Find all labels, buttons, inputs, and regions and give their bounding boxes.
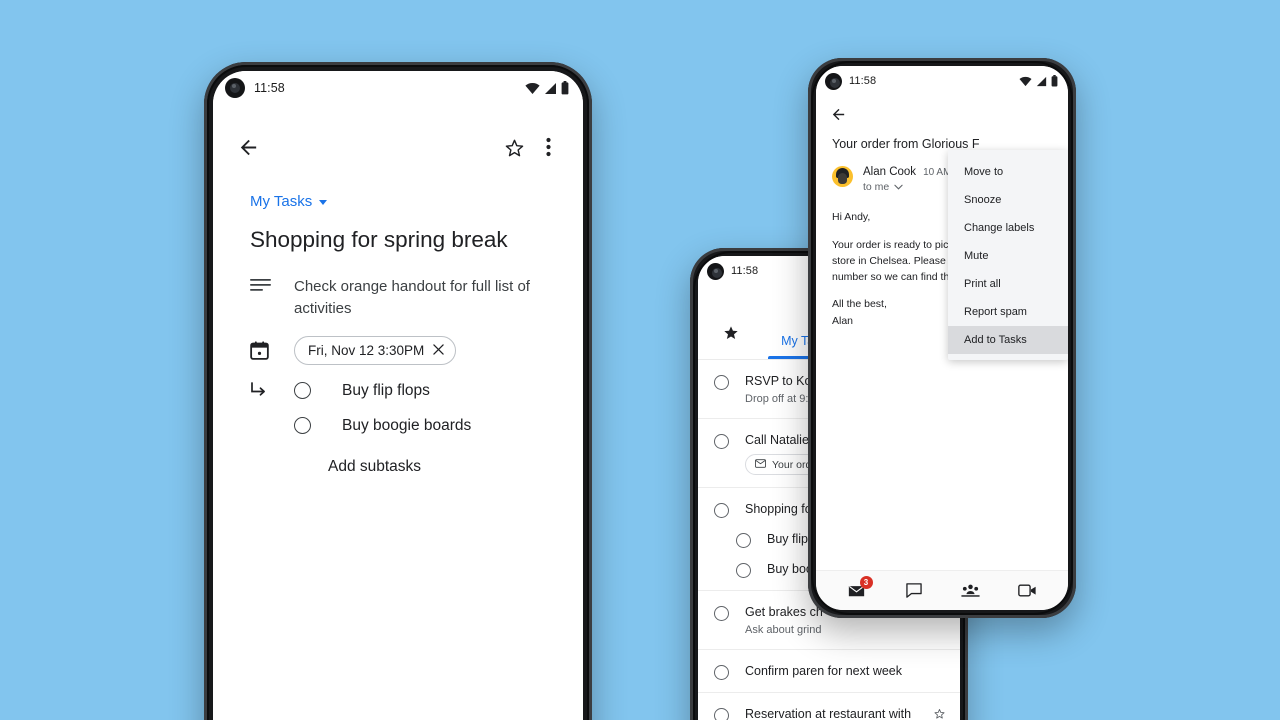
back-button[interactable] [816, 96, 1068, 128]
subtask-icon-slot [250, 382, 294, 399]
sender-name: Alan Cook [863, 166, 917, 179]
task-checkbox[interactable] [714, 606, 729, 622]
battery-icon [1051, 75, 1058, 87]
status-bar: 11:58 [213, 71, 583, 105]
subtask-checkbox[interactable] [736, 533, 751, 549]
screen-gmail: 11:58 Your order from Glorious F Alan Co… [816, 66, 1068, 610]
task-title: Reservation at restaurant with Massimo [745, 707, 912, 720]
wifi-icon [1019, 76, 1032, 87]
nav-spaces[interactable] [953, 577, 989, 605]
recipient-label: to me [863, 181, 890, 194]
status-bar: 11:58 [816, 66, 1068, 96]
signal-icon [1036, 76, 1047, 87]
task-checkbox[interactable] [714, 665, 729, 681]
subtask-row: Buy boogie boards [250, 417, 583, 435]
notes-icon [250, 279, 271, 292]
task-title: Confirm paren for next week [745, 664, 903, 679]
more-options-button[interactable] [531, 130, 565, 164]
menu-item-report-spam[interactable]: Report spam [948, 298, 1068, 326]
task-title: Shopping for spring break [250, 227, 508, 252]
star-button[interactable] [497, 130, 531, 164]
mail-icon [755, 459, 766, 471]
unread-badge: 3 [859, 575, 873, 589]
calendar-icon [250, 341, 269, 360]
list-item[interactable]: Reservation at restaurant with Massimo C… [698, 693, 960, 720]
subtask-checkbox[interactable] [294, 382, 311, 400]
chat-icon [905, 583, 922, 598]
menu-item-move-to[interactable]: Move to [948, 158, 1068, 186]
task-subtitle: Ask about grind [745, 623, 822, 636]
email-signoff-line-1: All the best, [832, 298, 887, 311]
menu-item-snooze[interactable]: Snooze [948, 186, 1068, 214]
chevron-down-icon [319, 200, 328, 205]
spaces-icon [961, 584, 980, 597]
subtask-checkbox[interactable] [736, 563, 751, 579]
bottom-navigation: 3 [816, 570, 1068, 610]
status-clock: 11:58 [254, 81, 285, 95]
subtask-2[interactable]: Buy boogie boards [294, 417, 471, 435]
menu-item-add-to-tasks[interactable]: Add to Tasks [948, 326, 1068, 354]
gmail-message-body: Your order from Glorious F Alan Cook 10 … [816, 96, 1068, 570]
due-date-label: Fri, Nov 12 3:30PM [308, 342, 425, 358]
phone-gmail: 11:58 Your order from Glorious F Alan Co… [808, 58, 1076, 618]
task-checkbox[interactable] [714, 433, 729, 449]
details-icon-slot [250, 276, 294, 320]
subtask-arrow-icon [251, 382, 265, 396]
task-checkbox[interactable] [714, 375, 729, 390]
signal-icon [544, 82, 557, 95]
status-icons [525, 81, 569, 95]
back-button[interactable] [231, 130, 265, 164]
overflow-menu: Move to Snooze Change labels Mute Print … [948, 150, 1068, 360]
star-filled-icon [724, 326, 738, 339]
calendar-icon-slot [250, 341, 294, 360]
app-bar [213, 119, 583, 175]
battery-icon [561, 81, 569, 95]
subtask-checkbox[interactable] [294, 417, 311, 435]
task-date-row: Fri, Nov 12 3:30PM [250, 335, 583, 365]
subtask-row: Buy flip flops [250, 382, 583, 400]
task-checkbox[interactable] [714, 503, 729, 519]
chevron-down-icon [894, 181, 903, 193]
add-subtasks-button[interactable]: Add subtasks [328, 458, 583, 476]
tab-starred[interactable] [716, 316, 746, 359]
task-list-label: My Tasks [250, 193, 313, 210]
status-clock: 11:58 [849, 75, 877, 87]
wifi-icon [525, 82, 540, 95]
subtask-label: Buy flip flops [342, 381, 430, 399]
status-clock: 11:58 [731, 265, 759, 277]
menu-item-print-all[interactable]: Print all [948, 270, 1068, 298]
meet-icon [1018, 584, 1036, 597]
close-icon[interactable] [433, 343, 445, 358]
menu-item-mute[interactable]: Mute [948, 242, 1068, 270]
task-details-row[interactable]: Check orange handout for full list of ac… [250, 276, 583, 320]
task-checkbox[interactable] [714, 708, 729, 720]
front-camera-icon [825, 72, 842, 90]
menu-item-change-labels[interactable]: Change labels [948, 214, 1068, 242]
email-signoff-line-2: Alan [832, 314, 854, 327]
task-list-selector[interactable]: My Tasks [250, 193, 328, 210]
nav-chat[interactable] [896, 577, 932, 605]
front-camera-icon [225, 78, 245, 98]
nav-mail[interactable]: 3 [839, 575, 875, 605]
subtask-label: Buy boogie boards [342, 416, 472, 434]
subtask-1[interactable]: Buy flip flops [294, 382, 430, 400]
list-item[interactable]: Confirm paren for next week [698, 650, 960, 681]
front-camera-icon [707, 262, 724, 280]
status-icons [1019, 75, 1058, 87]
avatar[interactable] [832, 166, 853, 188]
phone-tasks-detail: 11:58 My Tasks Shopping for spring break… [204, 62, 592, 720]
due-date-chip[interactable]: Fri, Nov 12 3:30PM [294, 335, 457, 365]
nav-meet[interactable] [1010, 577, 1046, 605]
star-button[interactable] [933, 706, 946, 720]
screen-tasks-detail: 11:58 My Tasks Shopping for spring break… [213, 71, 583, 720]
recipient-expander[interactable]: to me [863, 181, 951, 193]
task-details-text: Check orange handout for full list of ac… [294, 278, 530, 317]
